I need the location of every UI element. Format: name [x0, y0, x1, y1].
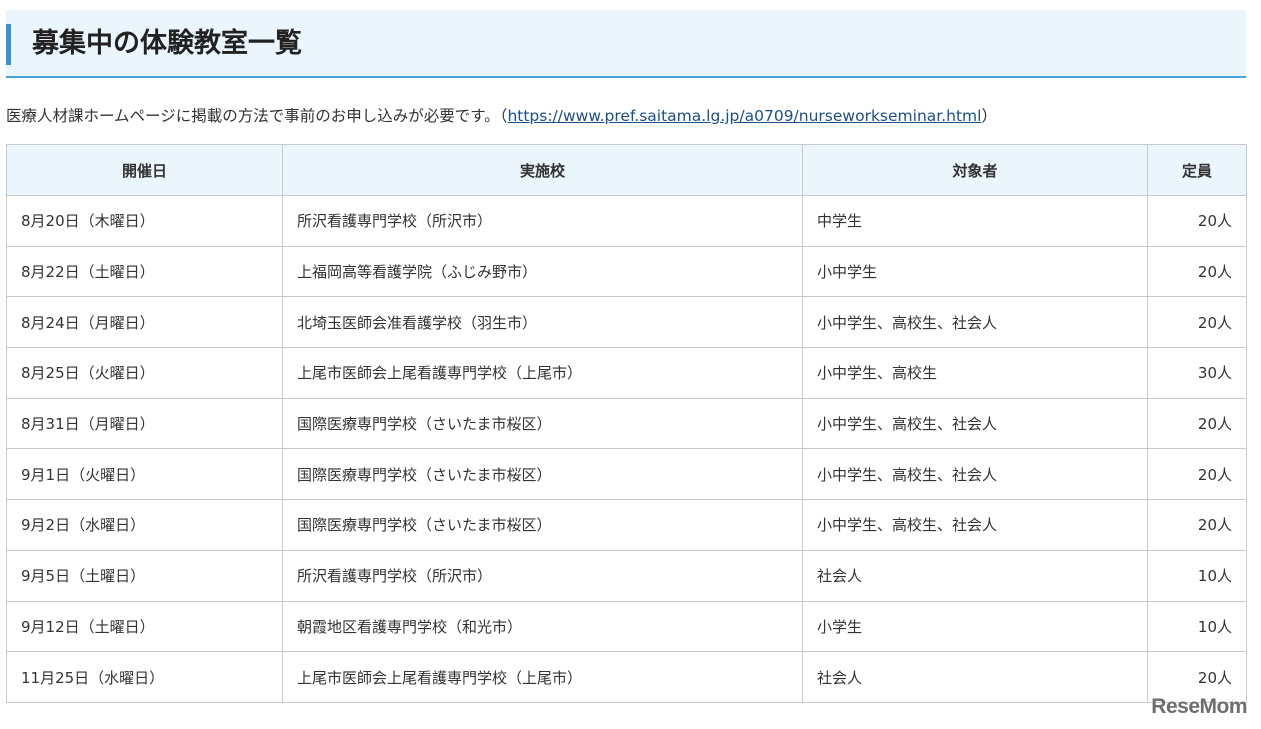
cell-capacity: 20人 — [1147, 499, 1247, 551]
header-date: 開催日 — [6, 144, 283, 196]
cell-school: 所沢看護専門学校（所沢市） — [282, 195, 803, 247]
table-row: 8月22日（土曜日） 上福岡高等看護学院（ふじみ野市） 小中学生 20人 — [6, 245, 1247, 298]
cell-audience: 社会人 — [802, 651, 1148, 703]
cell-school: 上福岡高等看護学院（ふじみ野市） — [282, 245, 803, 298]
table-row: 9月12日（土曜日） 朝霞地区看護専門学校（和光市） 小学生 10人 — [6, 600, 1247, 653]
header-capacity: 定員 — [1147, 144, 1247, 196]
cell-date: 8月22日（土曜日） — [6, 245, 283, 298]
cell-capacity: 10人 — [1147, 549, 1247, 602]
cell-date: 11月25日（水曜日） — [6, 651, 283, 703]
cell-school: 国際医療専門学校（さいたま市桜区） — [282, 448, 803, 501]
table-row: 8月31日（月曜日） 国際医療専門学校（さいたま市桜区） 小中学生、高校生、社会… — [6, 397, 1247, 450]
heading-accent-bar — [6, 24, 11, 65]
cell-school: 上尾市医師会上尾看護専門学校（上尾市） — [282, 651, 803, 703]
cell-audience: 小中学生、高校生、社会人 — [802, 499, 1148, 551]
cell-date: 9月2日（水曜日） — [6, 499, 283, 551]
cell-date: 8月20日（木曜日） — [6, 195, 283, 247]
intro-text-after: ） — [981, 107, 997, 125]
intro-text: 医療人材課ホームページに掲載の方法で事前のお申し込みが必要です。（https:/… — [6, 104, 997, 128]
header-audience: 対象者 — [802, 144, 1148, 196]
cell-date: 8月24日（月曜日） — [6, 296, 283, 349]
intro-text-before: 医療人材課ホームページに掲載の方法で事前のお申し込みが必要です。（ — [6, 107, 508, 125]
cell-audience: 小中学生、高校生、社会人 — [802, 397, 1148, 450]
table-header-row: 開催日 実施校 対象者 定員 — [6, 144, 1247, 196]
cell-date: 8月25日（火曜日） — [6, 347, 283, 399]
cell-audience: 社会人 — [802, 549, 1148, 602]
table-row: 11月25日（水曜日） 上尾市医師会上尾看護専門学校（上尾市） 社会人 20人 — [6, 651, 1247, 703]
cell-date: 9月1日（火曜日） — [6, 448, 283, 501]
section-heading: 募集中の体験教室一覧 — [6, 10, 1246, 78]
page-title: 募集中の体験教室一覧 — [32, 28, 302, 59]
cell-capacity: 10人 — [1147, 600, 1247, 653]
cell-school: 上尾市医師会上尾看護専門学校（上尾市） — [282, 347, 803, 399]
cell-date: 9月12日（土曜日） — [6, 600, 283, 653]
cell-audience: 小中学生、高校生 — [802, 347, 1148, 399]
cell-capacity: 30人 — [1147, 347, 1247, 399]
cell-audience: 中学生 — [802, 195, 1148, 247]
cell-capacity: 20人 — [1147, 397, 1247, 450]
table-row: 8月20日（木曜日） 所沢看護専門学校（所沢市） 中学生 20人 — [6, 195, 1247, 247]
cell-school: 北埼玉医師会准看護学校（羽生市） — [282, 296, 803, 349]
cell-school: 国際医療専門学校（さいたま市桜区） — [282, 397, 803, 450]
cell-capacity: 20人 — [1147, 195, 1247, 247]
cell-date: 9月5日（土曜日） — [6, 549, 283, 602]
cell-school: 朝霞地区看護専門学校（和光市） — [282, 600, 803, 653]
schedule-table: 開催日 実施校 対象者 定員 8月20日（木曜日） 所沢看護専門学校（所沢市） … — [6, 144, 1247, 703]
table-row: 9月2日（水曜日） 国際医療専門学校（さいたま市桜区） 小中学生、高校生、社会人… — [6, 499, 1247, 551]
cell-audience: 小中学生、高校生、社会人 — [802, 448, 1148, 501]
cell-audience: 小中学生、高校生、社会人 — [802, 296, 1148, 349]
nurse-seminar-link[interactable]: https://www.pref.saitama.lg.jp/a0709/nur… — [507, 107, 981, 125]
cell-school: 所沢看護専門学校（所沢市） — [282, 549, 803, 602]
header-school: 実施校 — [282, 144, 803, 196]
cell-audience: 小学生 — [802, 600, 1148, 653]
table-row: 8月24日（月曜日） 北埼玉医師会准看護学校（羽生市） 小中学生、高校生、社会人… — [6, 296, 1247, 349]
resemom-logo: ReseMom — [1151, 695, 1247, 718]
cell-capacity: 20人 — [1147, 448, 1247, 501]
cell-audience: 小中学生 — [802, 245, 1148, 298]
cell-capacity: 20人 — [1147, 245, 1247, 298]
table-row: 9月5日（土曜日） 所沢看護専門学校（所沢市） 社会人 10人 — [6, 549, 1247, 602]
cell-school: 国際医療専門学校（さいたま市桜区） — [282, 499, 803, 551]
cell-capacity: 20人 — [1147, 296, 1247, 349]
cell-date: 8月31日（月曜日） — [6, 397, 283, 450]
table-row: 9月1日（火曜日） 国際医療専門学校（さいたま市桜区） 小中学生、高校生、社会人… — [6, 448, 1247, 501]
table-row: 8月25日（火曜日） 上尾市医師会上尾看護専門学校（上尾市） 小中学生、高校生 … — [6, 347, 1247, 399]
